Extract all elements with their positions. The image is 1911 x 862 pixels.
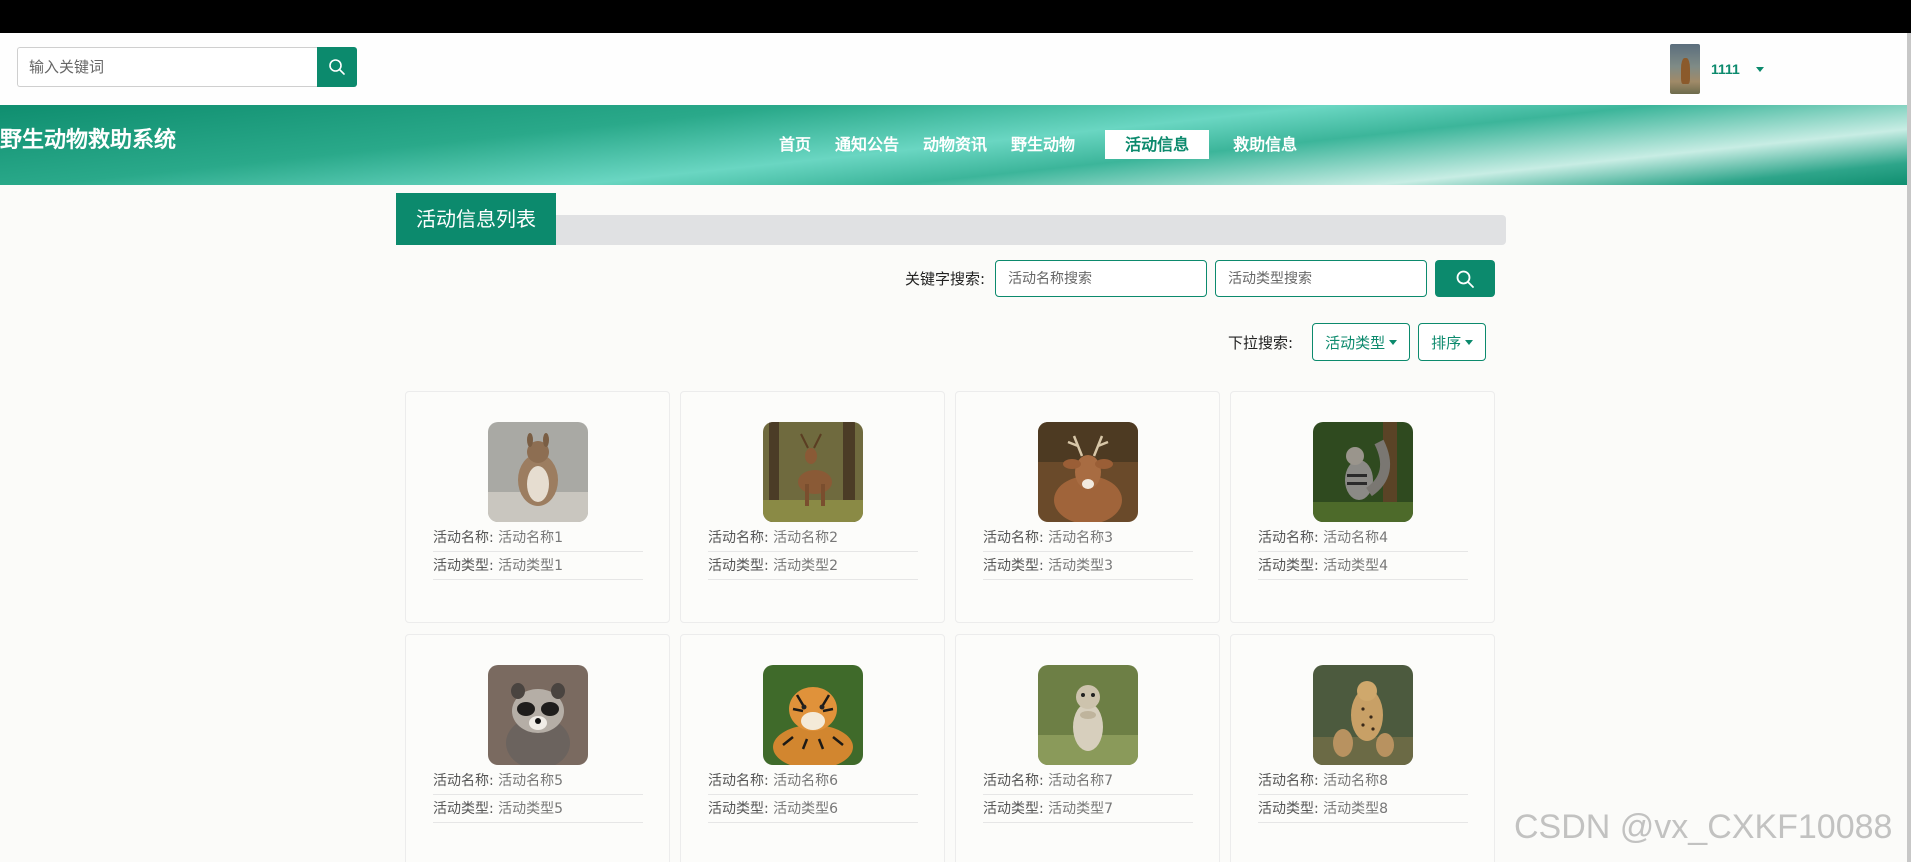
activity-type: 活动类型2: [773, 558, 839, 574]
activity-name: 活动名称1: [498, 530, 564, 546]
caret-down-icon: [1465, 339, 1474, 345]
tiger-image: [763, 665, 863, 765]
activity-card[interactable]: 活动名称: 活动名称7 活动类型: 活动类型7: [955, 634, 1220, 862]
activity-name-search-input[interactable]: [995, 260, 1208, 297]
activity-type-row: 活动类型: 活动类型3: [983, 553, 1193, 580]
activity-type-dropdown[interactable]: 活动类型: [1312, 323, 1411, 361]
sort-dropdown-label: 排序: [1431, 333, 1462, 352]
nav-item-notices[interactable]: 通知公告: [826, 130, 908, 159]
activity-type: 活动类型6: [773, 801, 839, 817]
main-nav: 野生动物救助系统 首页 通知公告 动物资讯 野生动物 活动信息 救助信息: [0, 105, 1911, 185]
caret-down-icon: [1389, 339, 1398, 345]
nav-item-animal-news[interactable]: 动物资讯: [914, 130, 996, 159]
window-top-bar: [0, 0, 1911, 33]
activity-type: 活动类型4: [1323, 558, 1389, 574]
activity-card[interactable]: 活动名称: 活动名称2 活动类型: 活动类型2: [680, 391, 945, 623]
nav-items: 首页 通知公告 动物资讯 野生动物 活动信息 救助信息: [770, 130, 1312, 159]
activity-name: 活动名称4: [1323, 530, 1389, 546]
activity-name: 活动名称5: [498, 773, 564, 789]
page-title: 活动信息列表: [396, 193, 556, 245]
wallaby-image: [488, 422, 588, 522]
activity-type: 活动类型1: [498, 558, 564, 574]
prairie-dog-image: [1038, 665, 1138, 765]
sort-dropdown[interactable]: 排序: [1418, 323, 1487, 361]
watermark: CSDN @vx_CXKF10088: [1514, 808, 1893, 846]
activity-card[interactable]: 活动名称: 活动名称5 活动类型: 活动类型5: [405, 634, 670, 862]
activity-type-row: 活动类型: 活动类型4: [1258, 553, 1468, 580]
activity-name-row: 活动名称: 活动名称4: [1258, 525, 1468, 552]
global-search: [17, 47, 357, 87]
user-menu[interactable]: 1111: [1670, 44, 1764, 94]
nav-item-wild-animals[interactable]: 野生动物: [1002, 130, 1084, 159]
dropdown-search-row: 下拉搜索: 活动类型 排序: [1228, 323, 1494, 361]
activity-card[interactable]: 活动名称: 活动名称4 活动类型: 活动类型4: [1230, 391, 1495, 623]
avatar[interactable]: [1670, 44, 1700, 94]
activity-card[interactable]: 活动名称: 活动名称1 活动类型: 活动类型1: [405, 391, 670, 623]
activity-type-row: 活动类型: 活动类型5: [433, 796, 643, 823]
search-icon: [1456, 270, 1474, 288]
activity-name: 活动名称2: [773, 530, 839, 546]
chevron-down-icon[interactable]: [1755, 66, 1764, 72]
activity-type: 活动类型8: [1323, 801, 1389, 817]
activity-name: 活动名称7: [1048, 773, 1114, 789]
cheetah-image: [1313, 665, 1413, 765]
raccoon-image: [488, 665, 588, 765]
keyword-search-row: 关键字搜索:: [905, 260, 1496, 297]
global-search-button[interactable]: [317, 47, 357, 87]
deer-buck-image: [1038, 422, 1138, 522]
list-header: 活动信息列表: [396, 193, 1506, 245]
activity-type-row: 活动类型: 活动类型7: [983, 796, 1193, 823]
activity-card[interactable]: 活动名称: 活动名称6 活动类型: 活动类型6: [680, 634, 945, 862]
activity-type-row: 活动类型: 活动类型1: [433, 553, 643, 580]
list-header-bar: [556, 215, 1506, 245]
activity-type-dropdown-label: 活动类型: [1325, 333, 1386, 352]
activity-type-row: 活动类型: 活动类型6: [708, 796, 918, 823]
search-icon: [329, 59, 345, 75]
nav-item-rescue[interactable]: 救助信息: [1224, 130, 1306, 159]
activity-name-row: 活动名称: 活动名称2: [708, 525, 918, 552]
activity-name: 活动名称6: [773, 773, 839, 789]
nav-item-activities[interactable]: 活动信息: [1105, 130, 1210, 159]
activity-name-row: 活动名称: 活动名称8: [1258, 768, 1468, 795]
squirrel-image: [1313, 422, 1413, 522]
scrollbar[interactable]: [1907, 33, 1911, 862]
activity-name-row: 活动名称: 活动名称3: [983, 525, 1193, 552]
global-search-input[interactable]: [17, 47, 317, 87]
activity-type: 活动类型3: [1048, 558, 1114, 574]
keyword-search-button[interactable]: [1435, 260, 1496, 297]
activity-type-row: 活动类型: 活动类型2: [708, 553, 918, 580]
dropdown-search-label: 下拉搜索:: [1228, 333, 1294, 352]
activity-name-row: 活动名称: 活动名称1: [433, 525, 643, 552]
activity-name-row: 活动名称: 活动名称5: [433, 768, 643, 795]
username[interactable]: 1111: [1711, 61, 1740, 77]
activity-type: 活动类型5: [498, 801, 564, 817]
activity-name-row: 活动名称: 活动名称6: [708, 768, 918, 795]
deer-image: [763, 422, 863, 522]
activity-name-row: 活动名称: 活动名称7: [983, 768, 1193, 795]
activity-type: 活动类型7: [1048, 801, 1114, 817]
site-title: 野生动物救助系统: [0, 128, 177, 153]
activity-name: 活动名称8: [1323, 773, 1389, 789]
keyword-search-label: 关键字搜索:: [905, 270, 986, 288]
activity-card[interactable]: 活动名称: 活动名称3 活动类型: 活动类型3: [955, 391, 1220, 623]
activity-type-search-input[interactable]: [1215, 260, 1428, 297]
activity-card[interactable]: 活动名称: 活动名称8 活动类型: 活动类型8: [1230, 634, 1495, 862]
activity-type-row: 活动类型: 活动类型8: [1258, 796, 1468, 823]
nav-item-home[interactable]: 首页: [770, 130, 820, 159]
activity-name: 活动名称3: [1048, 530, 1114, 546]
